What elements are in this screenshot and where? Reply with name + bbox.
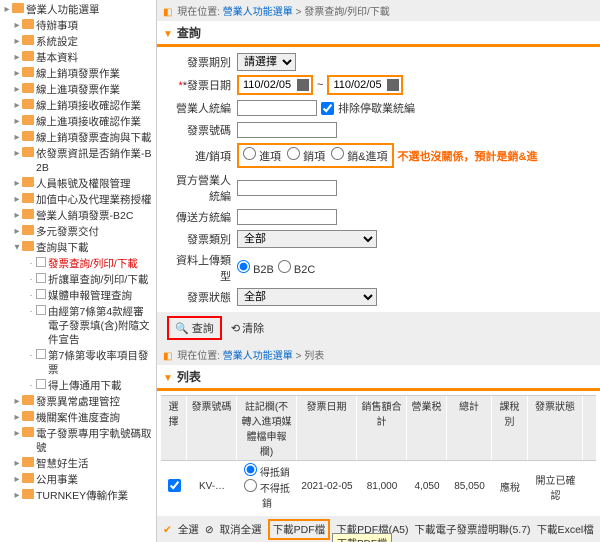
sidebar-root[interactable]: ▸ 營業人功能選單 — [2, 2, 154, 18]
radio-group-type[interactable]: 進項 銷項 銷&進項 — [237, 143, 394, 168]
location-icon: ◧ — [163, 351, 172, 362]
sidebar-item[interactable]: ▸多元發票交付 — [2, 224, 154, 240]
sidebar-item[interactable]: ▸機關案件進度查詢 — [2, 410, 154, 426]
sidebar-item[interactable]: ▸待辦事項 — [2, 18, 154, 34]
input-invno[interactable] — [237, 122, 337, 138]
select-period[interactable]: 請選擇 — [237, 53, 296, 71]
input-date-to[interactable] — [331, 78, 387, 92]
sidebar-item[interactable]: ▸線上銷項發票查詢與下載 — [2, 130, 154, 146]
sidebar-item[interactable]: ▾查詢與下載 — [2, 240, 154, 256]
breadcrumb-2: ◧ 現在位置: 營業人功能選單 > 列表 — [157, 344, 600, 365]
select-status[interactable]: 全部 — [237, 288, 377, 306]
breadcrumb-link[interactable]: 營業人功能選單 — [223, 7, 293, 18]
calendar-icon[interactable] — [297, 79, 309, 91]
label-cat: 發票類別 — [167, 231, 237, 247]
tooltip: 下載PDF檔 — [332, 533, 392, 542]
sidebar-item[interactable]: ▸系統設定 — [2, 34, 154, 50]
sidebar-item[interactable]: ▸發票異常處理管控 — [2, 394, 154, 410]
clear-icon: ⟲ — [231, 322, 240, 335]
sidebar-item[interactable]: ·第7條第零收率項目發票 — [2, 348, 154, 378]
search-icon: 🔍 — [175, 322, 189, 335]
annotation-type: 不選也沒關係，預計是銷&進 — [398, 148, 538, 164]
table-header: 選擇 發票號碼 註記欄(不轉入進項媒體檔申報欄) 發票日期 銷售額合計 營業税 … — [161, 395, 596, 461]
download-excel-button[interactable]: 下載Excel檔 — [537, 522, 594, 537]
panel-title-search: 查詢 — [157, 21, 600, 47]
label-buyer: 買方營業人統編 — [167, 172, 237, 204]
label-type: 進/銷項 — [167, 148, 237, 164]
sidebar-item[interactable]: ▸線上進項接收確認作業 — [2, 114, 154, 130]
label-seller: 營業人統編 — [167, 100, 237, 116]
clear-button[interactable]: ⟲ 清除 — [231, 320, 264, 336]
sidebar-item[interactable]: ·發票查詢/列印/下載 — [2, 256, 154, 272]
label-carrier: 傳送方統編 — [167, 209, 237, 225]
download-einvoice-button[interactable]: 下載電子發票證明聯(5.7) — [414, 522, 530, 537]
sidebar-item[interactable]: ▸智慧好生活 — [2, 456, 154, 472]
radio-b2b[interactable] — [237, 260, 250, 273]
sidebar-item[interactable]: ▸線上銷項發票作業 — [2, 66, 154, 82]
sidebar-item[interactable]: ▸人員帳號及權限管理 — [2, 176, 154, 192]
sidebar-item[interactable]: ·得上傳通用下載 — [2, 378, 154, 394]
select-cat[interactable]: 全部 — [237, 230, 377, 248]
checkbox-exclude[interactable] — [321, 102, 334, 115]
sidebar-item[interactable]: ▸公用事業 — [2, 472, 154, 488]
label-date: **發票日期 — [167, 77, 237, 93]
cancel-icon: ⊘ — [205, 524, 214, 536]
radio-b2c[interactable] — [278, 260, 291, 273]
main-panel: ◧ 現在位置: 營業人功能選單 > 發票查詢/列印/下載 查詢 發票期別 請選擇… — [157, 0, 600, 542]
table-row: KV-… 得抵銷 不得抵銷 2021-02-05 81,000 4,050 85… — [161, 461, 596, 512]
select-all-button[interactable]: 全選 — [178, 522, 199, 537]
calendar-icon[interactable] — [387, 79, 399, 91]
label-invno: 發票號碼 — [167, 122, 237, 138]
location-icon: ◧ — [163, 7, 172, 18]
download-pdf-button[interactable]: 下載PDF檔 — [268, 519, 331, 540]
row-radio-allow[interactable] — [244, 463, 257, 476]
input-date-from[interactable] — [241, 78, 297, 92]
row-radio-disallow[interactable] — [244, 479, 257, 492]
sidebar-item[interactable]: ▸加值中心及代理業務授權 — [2, 192, 154, 208]
label-exclude: 排除停歇業統編 — [338, 100, 415, 116]
row-checkbox[interactable] — [168, 479, 181, 492]
sidebar-item[interactable]: ·折讓單查詢/列印/下載 — [2, 272, 154, 288]
input-buyer[interactable] — [237, 180, 337, 196]
sidebar-item[interactable]: ▸基本資料 — [2, 50, 154, 66]
input-seller[interactable] — [237, 100, 317, 116]
sidebar-item[interactable]: ▸營業人銷項發票-B2C — [2, 208, 154, 224]
sidebar-item[interactable]: ▸TURNKEY傳輸作業 — [2, 488, 154, 504]
sidebar-item[interactable]: ·媒體申報管理查詢 — [2, 288, 154, 304]
label-status: 發票狀態 — [167, 289, 237, 305]
search-button[interactable]: 🔍 查詢 — [167, 316, 222, 340]
deselect-all-button[interactable]: 取消全選 — [220, 522, 262, 537]
panel-title-list: 列表 — [157, 365, 600, 391]
sidebar: ▸ 營業人功能選單 ▸待辦事項▸系統設定▸基本資料▸線上銷項發票作業▸線上進項發… — [0, 0, 157, 542]
label-upload: 資料上傳類型 — [167, 252, 237, 284]
breadcrumb: ◧ 現在位置: 營業人功能選單 > 發票查詢/列印/下載 — [157, 0, 600, 21]
sidebar-item[interactable]: ▸線上銷項接收確認作業 — [2, 98, 154, 114]
sidebar-item[interactable]: ·由經第7條第4款經審電子發票填(含)附隨文件宣告 — [2, 304, 154, 348]
check-icon: ✔ — [163, 524, 172, 536]
sidebar-item[interactable]: ▸電子發票專用字軌號碼取號 — [2, 426, 154, 456]
breadcrumb-link-2[interactable]: 營業人功能選單 — [223, 351, 293, 362]
label-period: 發票期別 — [167, 54, 237, 70]
sidebar-item[interactable]: ▸依發票資訊是否銷作業-B2B — [2, 146, 154, 176]
input-carrier[interactable] — [237, 209, 337, 225]
sidebar-item[interactable]: ▸線上進項發票作業 — [2, 82, 154, 98]
